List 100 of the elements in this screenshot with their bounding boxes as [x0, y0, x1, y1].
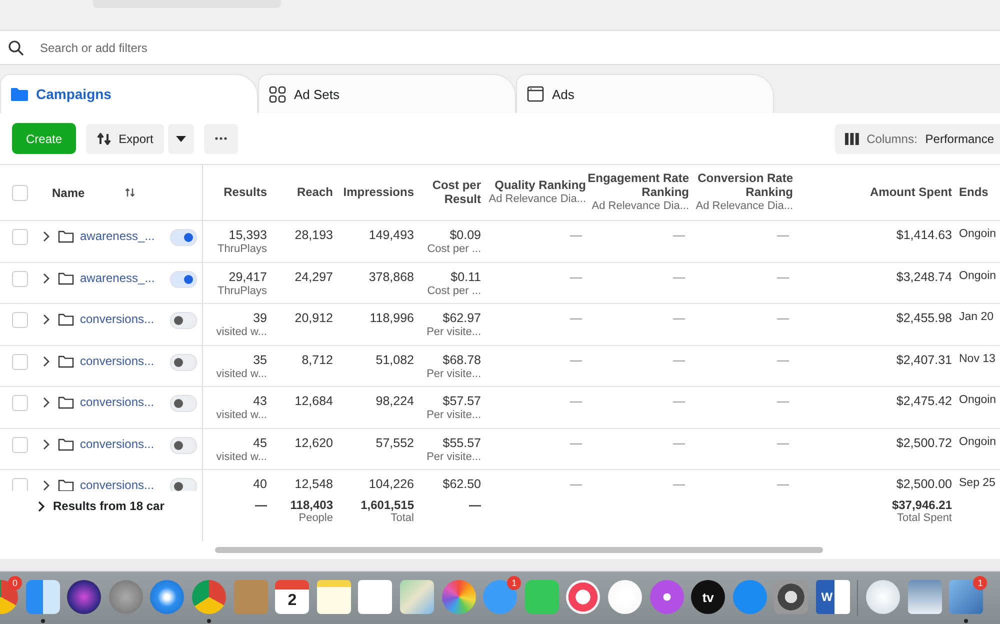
notification-badge: 0 [8, 576, 22, 590]
checkbox[interactable] [12, 395, 28, 411]
search-field[interactable]: Search or add filters [38, 40, 1000, 56]
table-cell: Nov 13 [959, 352, 996, 366]
chevron-icon[interactable] [43, 480, 50, 491]
table-cell: 98,224 [376, 394, 414, 409]
folder-icon [58, 396, 74, 409]
more-icon [215, 137, 227, 140]
more-button[interactable] [204, 124, 238, 154]
campaign-link[interactable]: awareness_... [80, 229, 160, 243]
table-cell: — [570, 311, 582, 326]
campaign-link[interactable]: conversions... [80, 354, 160, 368]
campaign-link[interactable]: awareness_... [80, 270, 160, 284]
column-header[interactable]: Impressions [343, 186, 414, 200]
table-cell: — [673, 352, 685, 367]
summary-caption: Total [390, 512, 414, 526]
column-header[interactable]: Cost per Result [414, 178, 481, 206]
export-icon [96, 132, 111, 144]
checkbox[interactable] [12, 270, 28, 286]
table-cell: 12,548 [294, 477, 333, 491]
table-cell: — [777, 270, 789, 284]
chevron-icon[interactable] [43, 438, 50, 450]
orb-icon[interactable] [67, 580, 102, 614]
table-cell: 104,226 [368, 477, 414, 491]
column-header[interactable]: Name [52, 186, 125, 200]
table-cell: 20,912 [294, 311, 333, 326]
toggle-switch[interactable] [170, 312, 197, 329]
columns-icon [844, 132, 859, 144]
toggle-switch[interactable] [170, 354, 197, 370]
chevron-icon[interactable] [43, 397, 50, 408]
export-button[interactable]: Export [86, 124, 164, 154]
checkbox[interactable] [12, 436, 28, 452]
table-cell: — [777, 311, 789, 326]
table-cell: $2,500.72 [896, 436, 952, 450]
table-cell: 35 [253, 352, 267, 368]
table-cell: — [673, 270, 685, 284]
chevron-icon[interactable] [43, 272, 50, 284]
columns-button[interactable]: Columns: Performance [834, 124, 1000, 154]
tab[interactable]: Ad Sets [258, 74, 516, 113]
table-cell: 39 [253, 311, 267, 326]
campaign-link[interactable]: conversions... [80, 478, 160, 491]
sort-icon[interactable] [125, 188, 135, 197]
table-cell: 12,620 [294, 436, 333, 450]
toggle-switch[interactable] [170, 270, 197, 288]
table-cell: 118,996 [370, 311, 414, 326]
tv-icon[interactable]: tv [691, 580, 726, 614]
column-subheader: Ad Relevance Dia... [592, 200, 689, 213]
table-cell: $0.09 [450, 228, 481, 243]
notepad-icon[interactable] [316, 580, 351, 614]
running-indicator [206, 619, 211, 623]
table-cell: Ongoin [959, 228, 996, 242]
dropdown-button[interactable] [168, 124, 194, 154]
toggle-switch[interactable] [170, 229, 197, 246]
calendar-icon[interactable]: 2 [275, 580, 310, 614]
campaign-link[interactable]: conversions... [80, 395, 160, 409]
checkbox[interactable] [12, 184, 28, 200]
checkbox[interactable] [12, 312, 28, 328]
column-subheader: Ad Relevance Dia... [696, 200, 793, 213]
table-cell: — [570, 270, 582, 284]
column-header[interactable]: Quality Ranking [494, 179, 586, 194]
table-cell: Ongoin [959, 436, 996, 450]
table-cell-caption: Cost per ... [427, 284, 481, 298]
table-cell: — [570, 352, 582, 367]
chevron-icon[interactable] [43, 231, 50, 242]
column-header[interactable]: Amount Spent [870, 186, 952, 200]
column-header[interactable]: Ends [959, 186, 988, 200]
checkbox[interactable] [12, 229, 28, 245]
table-cell-caption: Per visite... [426, 450, 481, 464]
checkbox[interactable] [12, 478, 28, 491]
table-cell-caption: ThruPlays [217, 284, 267, 298]
checkbox[interactable] [12, 354, 28, 370]
chevron-icon[interactable] [43, 314, 50, 325]
running-indicator [40, 619, 45, 623]
toggle-switch[interactable] [170, 395, 197, 412]
table-cell: — [673, 311, 685, 326]
table-cell: 45 [253, 436, 267, 450]
table-cell: $1,414.63 [896, 228, 952, 243]
search-icon [8, 40, 24, 56]
folder-icon [58, 438, 74, 450]
tab[interactable]: Campaigns [0, 74, 258, 113]
scrollbar[interactable] [215, 547, 823, 553]
document-icon[interactable]: W [816, 580, 850, 614]
icon-label: tv [702, 590, 714, 604]
campaign-link[interactable]: conversions... [80, 312, 160, 326]
tab[interactable]: Ads [516, 74, 774, 113]
table-cell: 43 [253, 394, 267, 409]
chevron-icon[interactable] [43, 356, 50, 366]
chevron-icon[interactable] [38, 501, 45, 512]
table-cell: — [673, 436, 685, 450]
toggle-switch[interactable] [170, 436, 197, 454]
table-cell: $2,475.42 [896, 394, 952, 409]
table-cell: — [570, 394, 582, 408]
column-header[interactable]: Conversion Rate Ranking [689, 172, 793, 200]
table-cell: $2,407.31 [896, 352, 952, 368]
campaign-link[interactable]: conversions... [80, 436, 160, 450]
table-cell: $55.57 [442, 436, 481, 450]
column-header[interactable]: Engagement Rate Ranking [586, 172, 689, 200]
toggle-switch[interactable] [170, 478, 197, 491]
column-header[interactable]: Results [224, 186, 267, 200]
column-header[interactable]: Reach [296, 186, 333, 200]
